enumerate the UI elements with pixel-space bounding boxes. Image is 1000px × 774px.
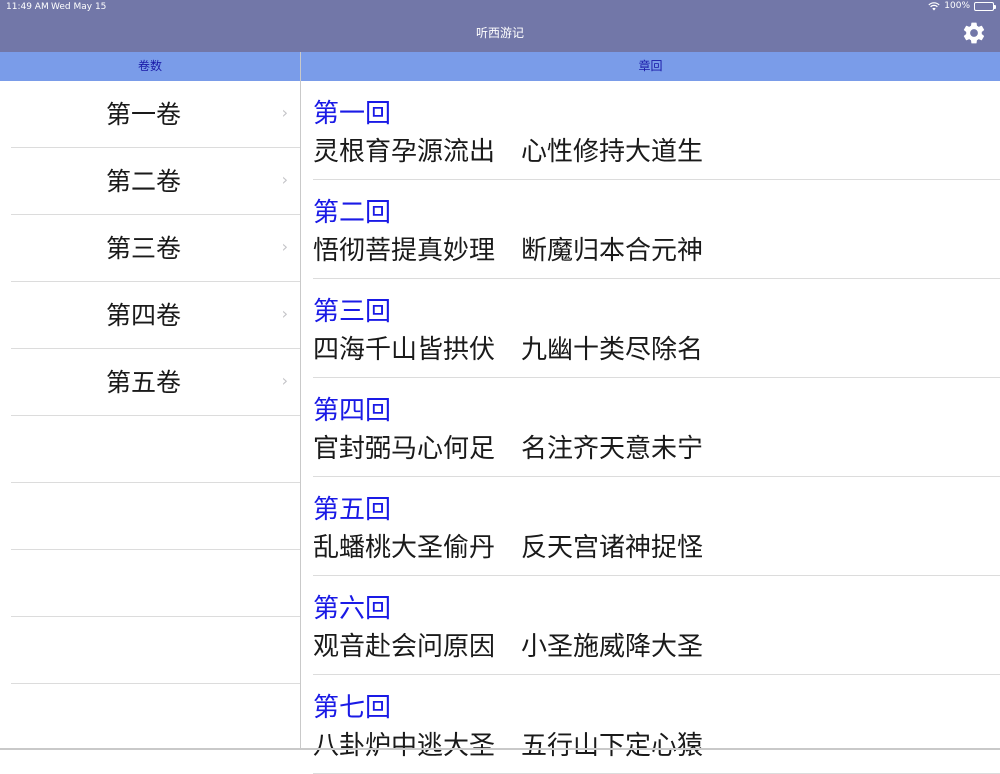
settings-gear-icon[interactable] — [961, 20, 987, 46]
chevron-right-icon: › — [281, 304, 288, 323]
chapter-title: 乱蟠桃大圣偷丹 反天宫诸神捉怪 — [313, 533, 704, 563]
list-item-chapter[interactable]: 第三回 四海千山皆拱伏 九幽十类尽除名 — [313, 279, 1000, 378]
list-item-volume[interactable]: 第三卷 › — [11, 215, 300, 282]
volume-label: 第五卷 — [105, 368, 181, 397]
list-item-chapter[interactable]: 第六回 观音赴会问原因 小圣施威降大圣 — [313, 576, 1000, 675]
empty-row — [11, 550, 300, 617]
page-title: 听西游记 — [475, 26, 524, 40]
chapter-number: 第六回 — [313, 594, 392, 624]
list-item-volume[interactable]: 第一卷 › — [11, 81, 300, 148]
list-item-chapter[interactable]: 第一回 灵根育孕源流出 心性修持大道生 — [313, 81, 1000, 180]
chapters-header: 章回 — [301, 52, 1000, 81]
list-item-chapter[interactable]: 第二回 悟彻菩提真妙理 断魔归本合元神 — [313, 180, 1000, 279]
empty-row — [11, 483, 300, 550]
chapter-number: 第四回 — [313, 396, 392, 426]
wifi-icon — [928, 1, 940, 10]
battery-icon — [974, 1, 996, 11]
chapter-title: 八卦炉中逃大圣 五行山下定心猿 — [313, 731, 704, 761]
chapter-title: 官封弼马心何足 名注齐天意未宁 — [313, 434, 704, 464]
list-item-chapter[interactable]: 第四回 官封弼马心何足 名注齐天意未宁 — [313, 378, 1000, 477]
chapter-title: 四海千山皆拱伏 九幽十类尽除名 — [313, 335, 704, 365]
volume-label: 第三卷 — [105, 234, 181, 263]
chapter-number: 第一回 — [313, 99, 392, 129]
volume-label: 第二卷 — [105, 167, 181, 196]
chevron-right-icon: › — [281, 371, 288, 390]
volume-list: 第一卷 › 第二卷 › 第三卷 › 第四卷 › 第五卷 › — [0, 81, 300, 684]
chapter-title: 悟彻菩提真妙理 断魔归本合元神 — [313, 236, 704, 266]
list-item-chapter[interactable]: 第七回 八卦炉中逃大圣 五行山下定心猿 — [313, 675, 1000, 774]
chapter-number: 第二回 — [313, 198, 392, 228]
volume-label: 第四卷 — [105, 301, 181, 330]
chapter-number: 第七回 — [313, 693, 392, 723]
status-date: Wed May 15 — [51, 2, 107, 12]
status-indicators: 100% — [928, 1, 996, 11]
status-time: 11:49 AM — [6, 2, 49, 12]
chapter-title: 灵根育孕源流出 心性修持大道生 — [313, 137, 704, 167]
chapter-number: 第三回 — [313, 297, 392, 327]
volumes-header: 卷数 — [0, 52, 300, 81]
empty-row — [11, 617, 300, 684]
volume-label: 第一卷 — [105, 100, 181, 129]
list-item-volume[interactable]: 第四卷 › — [11, 282, 300, 349]
battery-percent: 100% — [944, 1, 970, 11]
chevron-right-icon: › — [281, 103, 288, 122]
chevron-right-icon: › — [281, 170, 288, 189]
empty-row — [11, 416, 300, 483]
chapter-number: 第五回 — [313, 495, 392, 525]
list-item-volume[interactable]: 第二卷 › — [11, 148, 300, 215]
column-headers: 卷数 章回 — [0, 52, 1000, 81]
list-item-chapter[interactable]: 第五回 乱蟠桃大圣偷丹 反天宫诸神捉怪 — [313, 477, 1000, 576]
chapter-title: 观音赴会问原因 小圣施威降大圣 — [313, 632, 704, 662]
list-item-volume[interactable]: 第五卷 › — [11, 349, 300, 416]
chapter-list: 第一回 灵根育孕源流出 心性修持大道生 第二回 悟彻菩提真妙理 断魔归本合元神 … — [301, 81, 1000, 774]
navigation-bar: 11:49 AM Wed May 15 100% 听西游记 — [0, 0, 1000, 52]
chevron-right-icon: › — [281, 237, 288, 256]
